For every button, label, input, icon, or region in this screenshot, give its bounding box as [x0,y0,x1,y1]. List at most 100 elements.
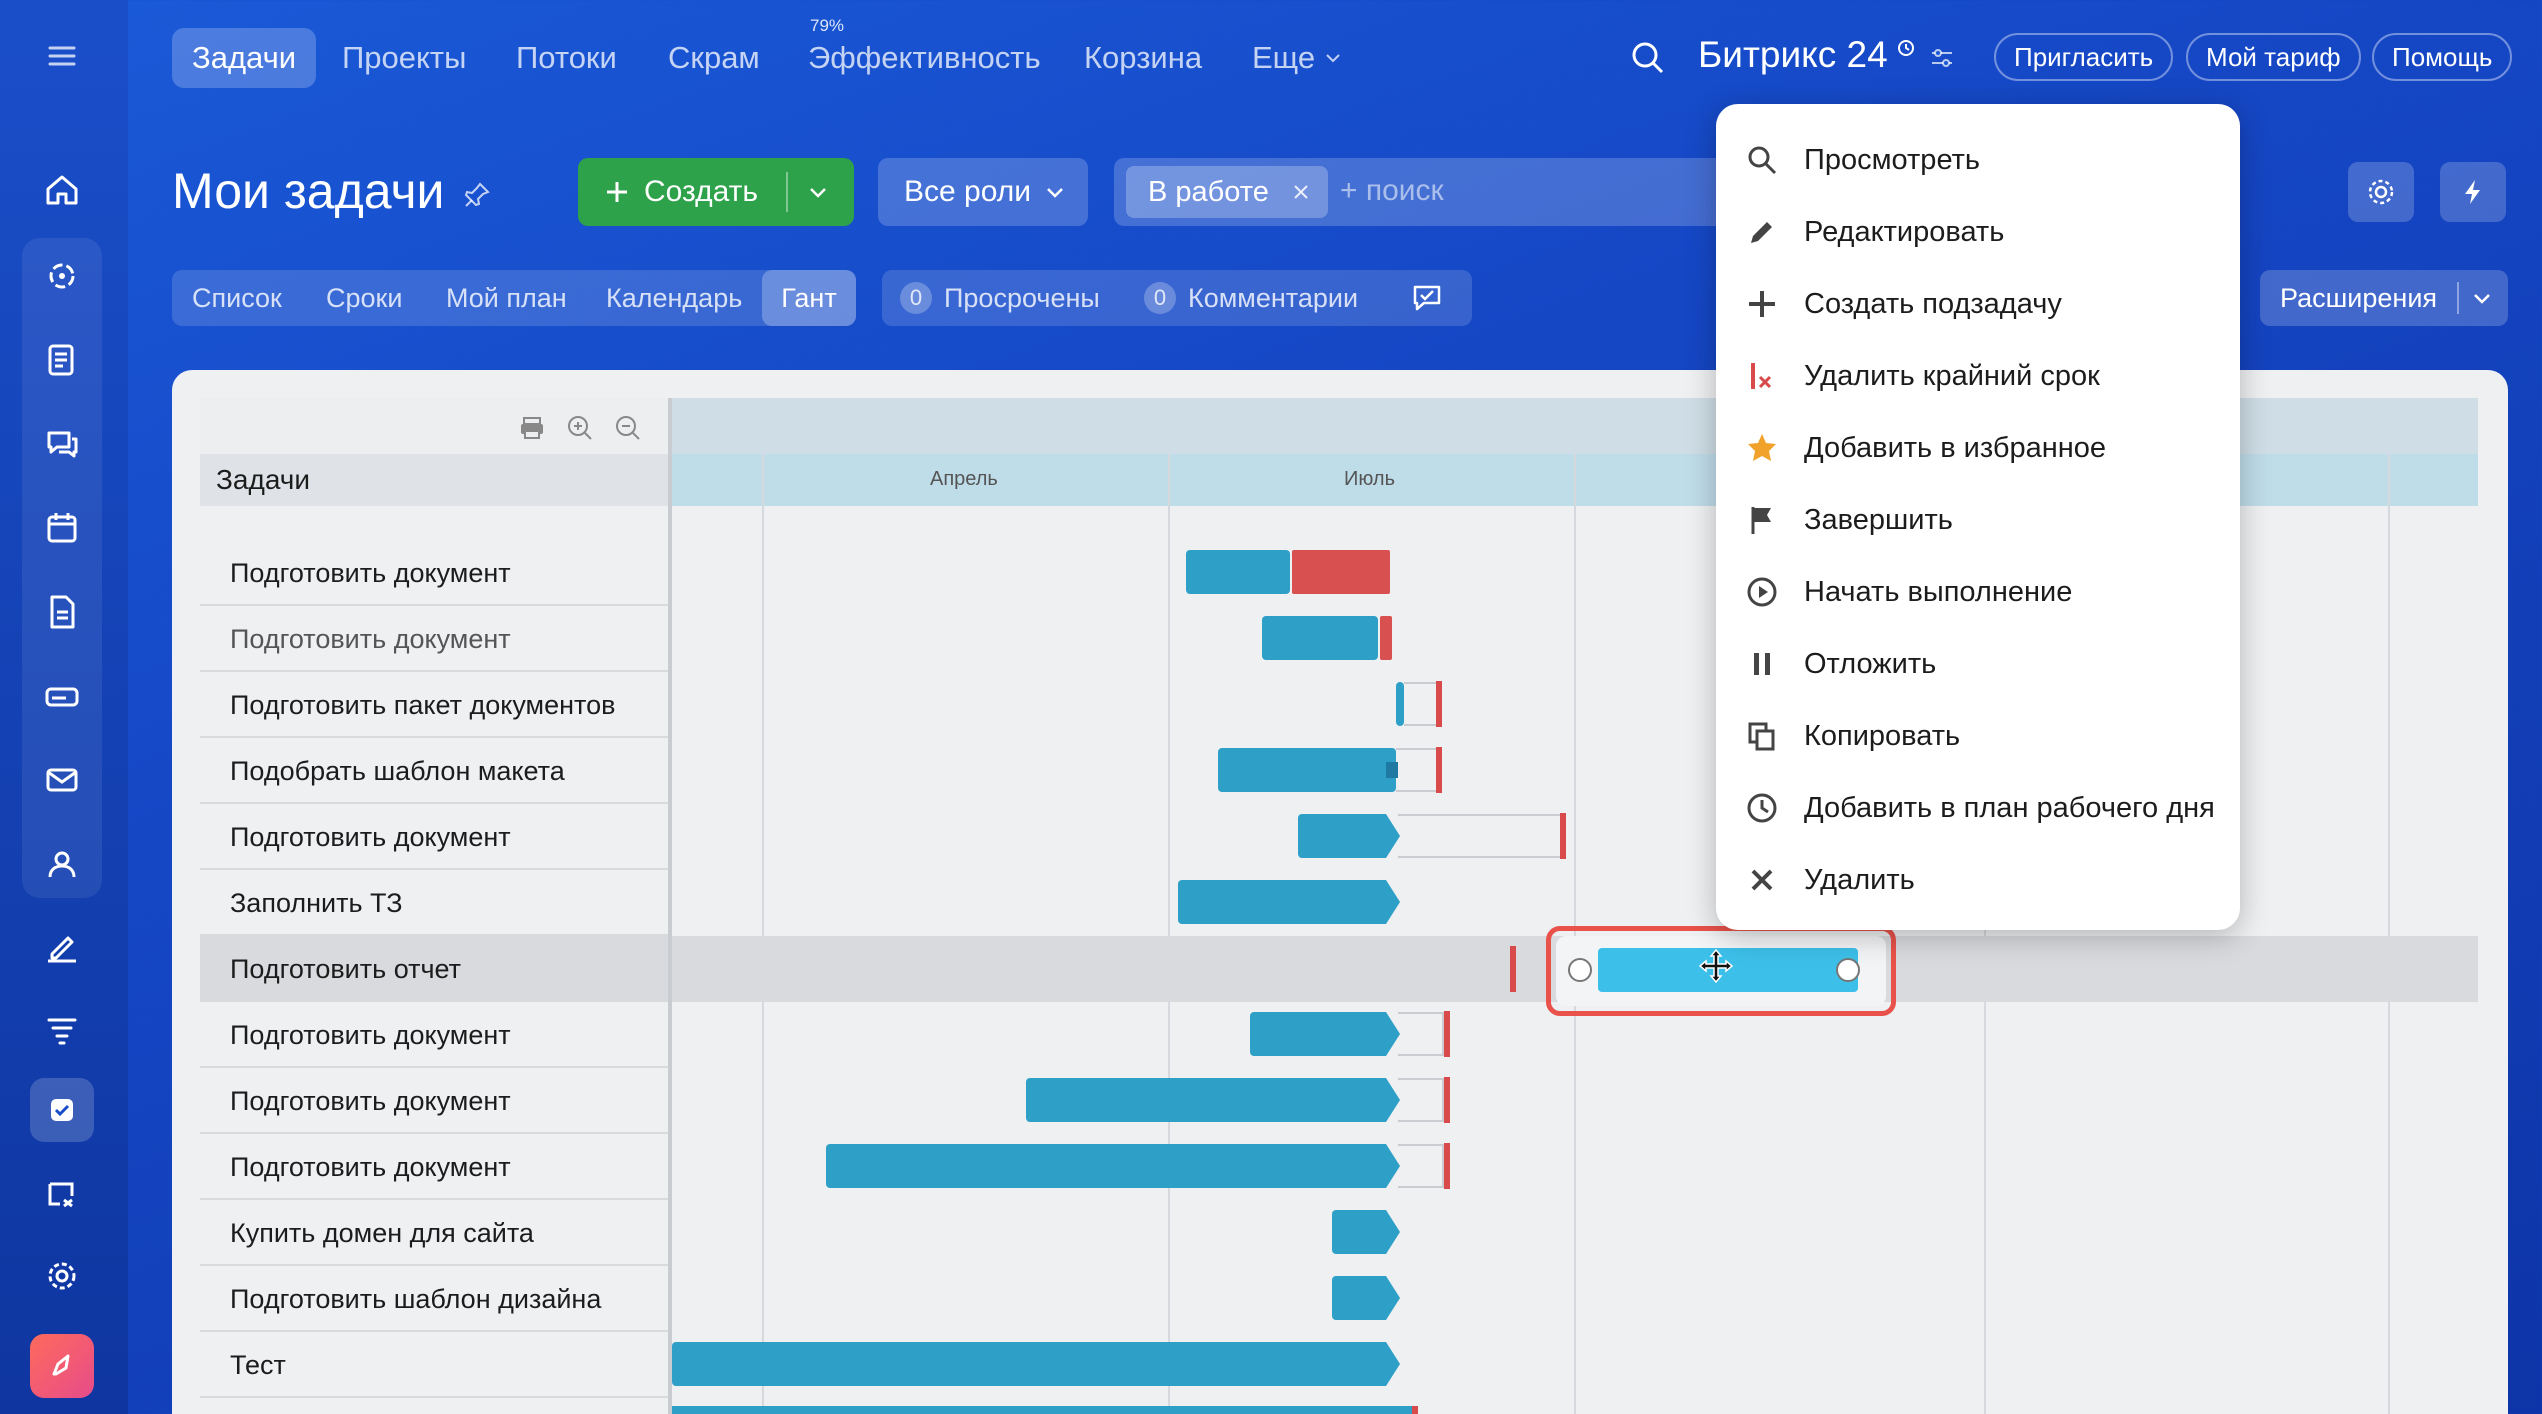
tab-gantt[interactable]: Гант [762,270,856,326]
invite-button[interactable]: Пригласить [1994,33,2174,81]
gantt-bar[interactable] [672,1342,1400,1386]
tab-deadlines[interactable]: Сроки [326,283,402,314]
team-icon[interactable] [30,832,94,896]
menu-item-complete[interactable]: Завершить [1716,484,2240,556]
tasks-spacer [200,506,670,536]
bar-start-handle[interactable] [1568,958,1592,982]
menu-item-copy[interactable]: Копировать [1716,700,2240,772]
menu-item-label: Добавить в избранное [1804,431,2107,464]
nav-tasks[interactable]: Задачи [172,28,317,88]
gantt-bar[interactable] [1396,682,1404,726]
task-row[interactable]: Тест [200,1332,670,1398]
print-icon[interactable] [518,414,546,442]
drive-icon[interactable] [30,664,94,728]
sign-icon[interactable] [30,914,94,978]
menu-item-remove-deadline[interactable]: Удалить крайний срок [1716,340,2240,412]
gantt-bar[interactable] [1332,1210,1400,1254]
create-label: Создать [644,175,759,208]
settings-icon[interactable] [30,1244,94,1308]
task-row[interactable]: Подготовить документ [200,606,670,672]
zoom-out-icon[interactable] [614,414,642,442]
zoom-in-icon[interactable] [566,414,594,442]
chevron-down-icon[interactable] [806,180,830,204]
task-row[interactable]: Подготовить пакет документов [200,672,670,738]
menu-item-label: Добавить в план рабочего дня [1804,791,2215,824]
lightning-icon [2465,180,2480,204]
bar-end-handle[interactable] [1836,958,1860,982]
menu-item-defer[interactable]: Отложить [1716,628,2240,700]
close-icon[interactable] [1291,182,1311,202]
menu-item-label: Начать выполнение [1804,575,2073,608]
sites-icon[interactable] [30,1162,94,1226]
gantt-bar[interactable] [1262,616,1378,660]
nav-scrum[interactable]: Скрам [668,30,760,86]
search-input[interactable]: + поиск [1340,174,1444,208]
gantt-bar[interactable] [1298,814,1400,858]
comments-filter[interactable]: Комментарии [1188,283,1358,314]
task-row-selected[interactable]: Подготовить отчет [200,936,670,1002]
task-row[interactable]: Купить домен для сайта [200,1200,670,1266]
gantt-bar[interactable] [1178,880,1400,924]
funnel-icon[interactable] [30,998,94,1062]
menu-icon[interactable] [30,24,94,88]
tasks-icon[interactable] [30,1078,94,1142]
menu-item-view[interactable]: Просмотреть [1716,124,2240,196]
filter-tag[interactable]: В работе [1126,166,1328,218]
create-button[interactable]: Создать [578,158,854,226]
task-row[interactable]: Подготовить шаблон дизайна [200,1266,670,1332]
mail-icon[interactable] [30,748,94,812]
nav-flows[interactable]: Потоки [516,30,617,86]
task-row[interactable]: Подготовить документ [200,804,670,870]
task-row[interactable]: Подготовить документ [200,1068,670,1134]
tab-calendar[interactable]: Календарь [606,283,742,314]
gantt-bar[interactable] [1026,1078,1400,1122]
task-row[interactable]: Заполнить ТЗ [200,870,670,936]
calendar-icon[interactable] [30,496,94,560]
docs-icon[interactable] [30,580,94,644]
task-row[interactable]: Подготовить документ [200,1002,670,1068]
gantt-bar[interactable] [1186,550,1290,594]
gantt-bar[interactable] [1250,1012,1400,1056]
gantt-bar[interactable] [826,1144,1400,1188]
nav-projects[interactable]: Проекты [342,30,466,86]
search-icon[interactable] [1628,38,1668,78]
plus-icon [607,182,627,202]
deadline-marker [1444,1077,1450,1123]
menu-item-edit[interactable]: Редактировать [1716,196,2240,268]
tariff-button[interactable]: Мой тариф [2186,33,2361,81]
chat-icon[interactable] [30,412,94,476]
rocket-icon[interactable] [30,1334,94,1398]
tab-my-plan[interactable]: Мой план [446,283,567,314]
task-row[interactable]: Подобрать шаблон макета [200,738,670,804]
task-row[interactable]: Подготовить документ [200,1134,670,1200]
read-all-icon[interactable] [1410,280,1446,316]
nav-efficiency[interactable]: Эффективность [808,30,1041,86]
tab-list[interactable]: Список [192,283,282,314]
nav-trash[interactable]: Корзина [1084,30,1202,86]
menu-item-add-to-day-plan[interactable]: Добавить в план рабочего дня [1716,772,2240,844]
pencil-icon [1751,222,1772,243]
menu-item-delete[interactable]: Удалить [1716,844,2240,916]
extensions-dropdown[interactable]: Расширения [2260,270,2508,326]
pin-icon[interactable] [462,180,492,210]
feed-icon[interactable] [30,328,94,392]
sliders-icon[interactable] [1928,44,1956,72]
settings-button[interactable] [2348,162,2414,222]
automation-button[interactable] [2440,162,2506,222]
home-icon[interactable] [30,158,94,222]
help-button[interactable]: Помощь [2372,33,2513,81]
gantt-bar[interactable] [1332,1276,1400,1320]
roles-dropdown[interactable]: Все роли [878,158,1088,226]
overdue-filter[interactable]: Просрочены [944,283,1100,314]
gantt-bar[interactable] [1218,748,1396,792]
menu-item-add-subtask[interactable]: Создать подзадачу [1716,268,2240,340]
plus-icon [1749,291,1775,317]
copy-icon [1748,722,1775,751]
deadline-marker [1444,1143,1450,1189]
menu-item-favorite[interactable]: Добавить в избранное [1716,412,2240,484]
crm-icon[interactable] [30,244,94,308]
nav-more[interactable]: Еще [1252,30,1343,86]
task-row[interactable]: Подготовить документ [200,540,670,606]
menu-item-start[interactable]: Начать выполнение [1716,556,2240,628]
remove-deadline-icon [1751,363,1772,389]
